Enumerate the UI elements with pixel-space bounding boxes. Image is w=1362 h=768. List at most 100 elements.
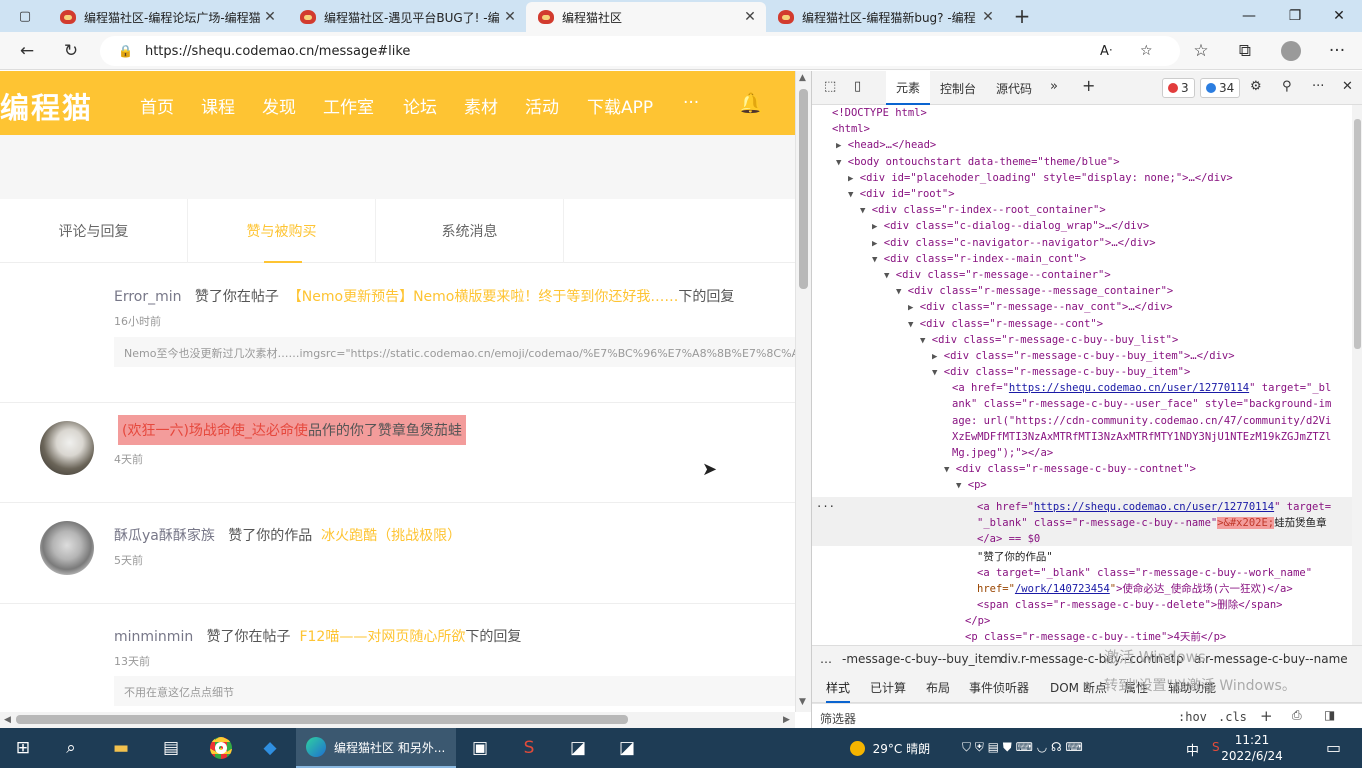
collapse-icon[interactable]: ▼	[884, 271, 889, 281]
tab-console[interactable]: 控制台	[938, 71, 978, 105]
code-line[interactable]: ▶ <div class="c-navigator--navigator">…<…	[872, 235, 1156, 252]
scroll-thumb[interactable]	[1354, 119, 1361, 349]
expand-icon[interactable]: ▶	[872, 239, 877, 249]
windows-start-icon[interactable]: ⊞	[8, 734, 38, 762]
code-line[interactable]: <!DOCTYPE html>	[832, 105, 927, 121]
selected-code-line[interactable]: "_blank" class="r-message-c-buy--name">&…	[977, 515, 1327, 531]
code-line[interactable]: ▶ <div class="c-dialog--dialog_wrap">…</…	[872, 218, 1149, 235]
page-horizontal-scrollbar[interactable]: ◀ ▶	[0, 712, 795, 728]
codemao-app-icon[interactable]: S	[514, 734, 544, 762]
add-favorite-icon[interactable]: ☆	[1140, 43, 1153, 59]
expand-icon[interactable]: ▶	[932, 352, 937, 362]
collapse-icon[interactable]: ▼	[872, 255, 877, 265]
collapse-icon[interactable]: ▼	[944, 465, 949, 475]
terminal-icon[interactable]: ▣	[465, 734, 495, 762]
avatar[interactable]	[40, 521, 94, 575]
more-tabs-icon[interactable]: »	[1050, 79, 1058, 94]
message-user[interactable]: Error_min	[114, 289, 182, 305]
code-line[interactable]: Mg.jpeg");"></a>	[952, 445, 1053, 461]
code-line[interactable]: ▼ <div class="r-message--container">	[884, 267, 1111, 284]
file-explorer-icon[interactable]: ▬	[106, 734, 136, 762]
selected-code-line[interactable]: <a href="https://shequ.codemao.cn/user/1…	[977, 499, 1331, 515]
collapse-icon[interactable]: ▼	[896, 287, 901, 297]
collapse-icon[interactable]: ▼	[848, 190, 853, 200]
collapse-icon[interactable]: ▼	[932, 368, 937, 378]
tab-event-listeners[interactable]: 事件侦听器	[969, 679, 1029, 696]
nav-item-courses[interactable]: 课程	[201, 93, 235, 118]
code-line[interactable]: "赞了你的作品"	[977, 549, 1053, 565]
code-line[interactable]: ▶ <div id="placehoder_loading" style="di…	[848, 170, 1233, 187]
browser-tab-active[interactable]: 编程猫社区 ✕	[526, 2, 766, 32]
code-line[interactable]: <span class="r-message-c-buy--delete">删除…	[977, 597, 1282, 613]
add-tab-icon[interactable]: +	[1082, 76, 1095, 95]
message-user[interactable]: 酥瓜ya酥酥家族	[114, 528, 215, 544]
tab-sources[interactable]: 源代码	[994, 71, 1034, 105]
close-tab-icon[interactable]: ✕	[980, 9, 996, 25]
print-style-icon[interactable]: ⎙	[1292, 708, 1302, 723]
nav-item-discover[interactable]: 发现	[262, 93, 296, 118]
profile-avatar-icon[interactable]	[1276, 36, 1306, 66]
tab-layout[interactable]: 布局	[926, 679, 950, 696]
code-line[interactable]: ▼ <div class="r-message-c-buy--contnet">	[944, 461, 1196, 478]
message-target-link[interactable]: 冰火跑酷（挑战极限）	[321, 528, 461, 544]
scroll-thumb[interactable]	[799, 89, 808, 289]
minimize-icon[interactable]: —	[1226, 0, 1272, 32]
breadcrumb-item[interactable]: …	[820, 652, 832, 666]
close-devtools-icon[interactable]: ✕	[1342, 79, 1353, 94]
vscode-icon[interactable]: ◆	[255, 734, 285, 762]
taskbar-app-edge[interactable]: 编程猫社区 和另外...	[296, 728, 456, 768]
code-line[interactable]: ▼ <body ontouchstart data-theme="theme/b…	[836, 154, 1120, 171]
nav-item-forum[interactable]: 论坛	[403, 93, 437, 118]
device-emulation-icon[interactable]: ▯	[854, 79, 861, 94]
site-logo[interactable]: 编程猫	[0, 85, 93, 127]
tab-actions-icon[interactable]: ▢	[10, 0, 40, 32]
system-tray-icons[interactable]: ⛉ ⛨ ▤ ⛊ ⌨ ◡ ☊ ⌨	[962, 740, 1083, 755]
tab-system[interactable]: 系统消息	[376, 199, 564, 263]
read-aloud-icon[interactable]: Aᐧ	[1100, 44, 1112, 59]
filter-input[interactable]: 筛选器	[820, 710, 856, 727]
browser-tab[interactable]: 编程猫社区-遇见平台BUG了! -编 ✕	[288, 2, 526, 32]
computer-app-icon[interactable]: ▤	[156, 734, 186, 762]
address-bar[interactable]: 🔒 https://shequ.codemao.cn/message#like …	[100, 36, 1180, 66]
code-line[interactable]: <html>	[832, 121, 870, 137]
back-icon[interactable]: ←	[12, 36, 42, 66]
collapse-icon[interactable]: ▼	[836, 158, 841, 168]
tab-dom-breakpoints[interactable]: DOM 断点	[1050, 679, 1107, 696]
code-line[interactable]: ▶ <div class="r-message-c-buy--buy_item"…	[932, 348, 1235, 365]
expand-icon[interactable]: ▶	[836, 141, 841, 151]
gear-icon[interactable]: ⚙	[1250, 79, 1262, 94]
chrome-icon[interactable]	[206, 734, 236, 762]
expand-icon[interactable]: ▶	[848, 174, 853, 184]
dom-tree-scrollbar[interactable]	[1352, 105, 1362, 645]
inspect-element-icon[interactable]: ⬚	[824, 79, 836, 94]
nav-item-studio[interactable]: 工作室	[323, 93, 374, 118]
selected-code-line[interactable]: </a> == $0	[977, 531, 1040, 547]
new-tab-icon[interactable]: +	[1008, 0, 1036, 32]
more-menu-icon[interactable]: ···	[1322, 36, 1352, 66]
code-line[interactable]: ▶ <div class="r-message--nav_cont">…</di…	[908, 299, 1173, 316]
code-line[interactable]: ▼ <div class="r-index--root_container">	[860, 202, 1106, 219]
message-target-link[interactable]: F12喵——对网页随心所欲	[299, 629, 465, 645]
nav-item-events[interactable]: 活动	[525, 93, 559, 118]
scroll-up-icon[interactable]: ▲	[799, 73, 806, 83]
code-line[interactable]: ▼ <p>	[956, 477, 987, 494]
code-line[interactable]: <a href="https://shequ.codemao.cn/user/1…	[952, 380, 1331, 396]
nav-more[interactable]: ···	[683, 93, 699, 113]
node-actions-icon[interactable]: ···	[816, 499, 835, 515]
collapse-icon[interactable]: ▼	[920, 336, 925, 346]
code-line[interactable]: ▼ <div class="r-message--message_contain…	[896, 283, 1173, 300]
scroll-left-icon[interactable]: ◀	[4, 715, 11, 725]
codemao-tray-icon[interactable]: S	[1212, 740, 1220, 754]
tab-elements[interactable]: 元素	[886, 71, 931, 105]
hov-toggle[interactable]: :hov	[1178, 710, 1207, 724]
message-target-link[interactable]: 【Nemo更新预告】Nemo横版要来啦！终于等到你还好我……	[288, 289, 679, 305]
paint-app-icon[interactable]: ◪	[563, 734, 593, 762]
avatar[interactable]	[40, 421, 94, 475]
close-tab-icon[interactable]: ✕	[742, 9, 758, 25]
breadcrumb-item[interactable]: -message-c-buy--buy_item	[842, 652, 1002, 666]
code-line[interactable]: ank" class="r-message-c-buy--user_face" …	[952, 396, 1331, 412]
favorites-icon[interactable]: ☆	[1186, 36, 1216, 66]
scroll-down-icon[interactable]: ▼	[799, 697, 806, 707]
code-line[interactable]: ▶ <head>…</head>	[836, 137, 936, 154]
browser-tab[interactable]: 编程猫社区-编程论坛广场-编程猫 ✕	[48, 2, 286, 32]
